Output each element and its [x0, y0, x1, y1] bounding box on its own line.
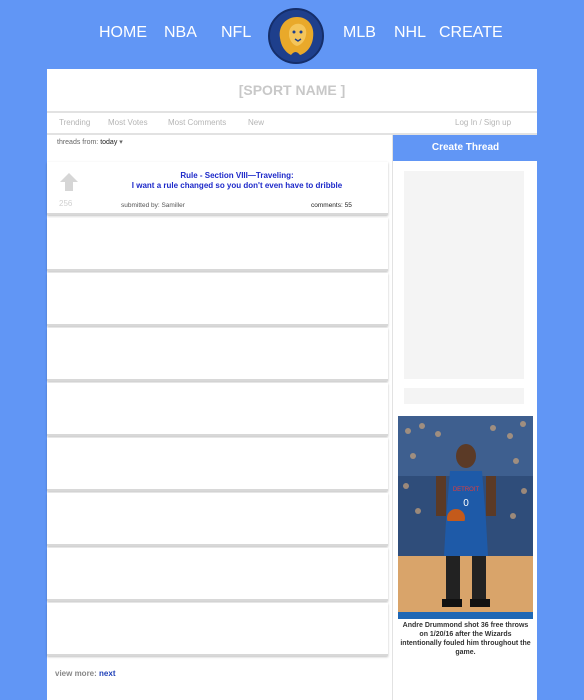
nav-mlb[interactable]: MLB — [343, 24, 376, 42]
top-navigation: HOME NBA NFL MLB NHL CREATE — [0, 0, 584, 70]
nav-create[interactable]: CREATE — [439, 24, 503, 42]
tab-most-comments[interactable]: Most Comments — [168, 118, 226, 127]
tab-new[interactable]: New — [248, 118, 264, 127]
nav-nba[interactable]: NBA — [164, 24, 197, 42]
nav-nhl[interactable]: NHL — [394, 24, 426, 42]
view-more-label: view more: — [55, 669, 97, 678]
chevron-down-icon[interactable]: ▾ — [119, 139, 123, 146]
thread-title[interactable]: Rule - Section VIII—Traveling: I want a … — [107, 171, 367, 191]
nav-home[interactable]: HOME — [99, 24, 147, 42]
lion-logo-icon[interactable] — [268, 8, 324, 64]
filter-value[interactable]: today — [100, 139, 117, 146]
svg-text:DETROIT: DETROIT — [453, 487, 480, 493]
thread-comments-link[interactable]: comments: 55 — [311, 202, 352, 209]
thread-row-empty — [47, 218, 388, 271]
thread-row-empty — [47, 548, 388, 601]
tab-trending[interactable]: Trending — [59, 118, 90, 127]
thread-title-line1[interactable]: Rule - Section VIII—Traveling: — [107, 171, 367, 181]
time-filter[interactable]: threads from: today ▾ — [57, 138, 123, 146]
photo-caption: Andre Drummond shot 36 free throws on 1/… — [400, 622, 531, 656]
player-photo: DETROIT 0 — [398, 416, 533, 619]
main-panel: [SPORT NAME ] Trending Most Votes Most C… — [47, 69, 538, 700]
thread-title-line2[interactable]: I want a rule changed so you don't even … — [107, 181, 367, 191]
svg-text:0: 0 — [463, 498, 469, 509]
sort-tabs: Trending Most Votes Most Comments New Lo… — [47, 113, 537, 135]
tab-most-votes[interactable]: Most Votes — [108, 118, 148, 127]
thread-row-empty — [47, 383, 388, 436]
thread-submitter: submitted by: Samiller — [121, 202, 185, 209]
vote-count: 256 — [59, 199, 73, 208]
sidebar: Create Thread DETROIT 0 Andre Drummond s… — [392, 135, 538, 700]
thread-row[interactable]: 256 Rule - Section VIII—Traveling: I wan… — [47, 162, 388, 215]
thread-row-empty — [47, 603, 388, 656]
upvote-arrow-icon[interactable] — [59, 172, 79, 192]
thread-row-empty — [47, 328, 388, 381]
login-signup-link[interactable]: Log In / Sign up — [455, 118, 511, 127]
thread-row-empty — [47, 493, 388, 546]
filter-label: threads from: — [57, 139, 99, 146]
nav-nfl[interactable]: NFL — [221, 24, 251, 42]
ad-placeholder-small — [404, 388, 524, 404]
pagination: view more: next — [55, 669, 115, 678]
ad-placeholder — [404, 171, 524, 379]
thread-row-empty — [47, 273, 388, 326]
next-page-link[interactable]: next — [99, 669, 115, 678]
page-title: [SPORT NAME ] — [47, 69, 537, 113]
create-thread-button[interactable]: Create Thread — [393, 135, 538, 161]
thread-row-empty — [47, 438, 388, 491]
